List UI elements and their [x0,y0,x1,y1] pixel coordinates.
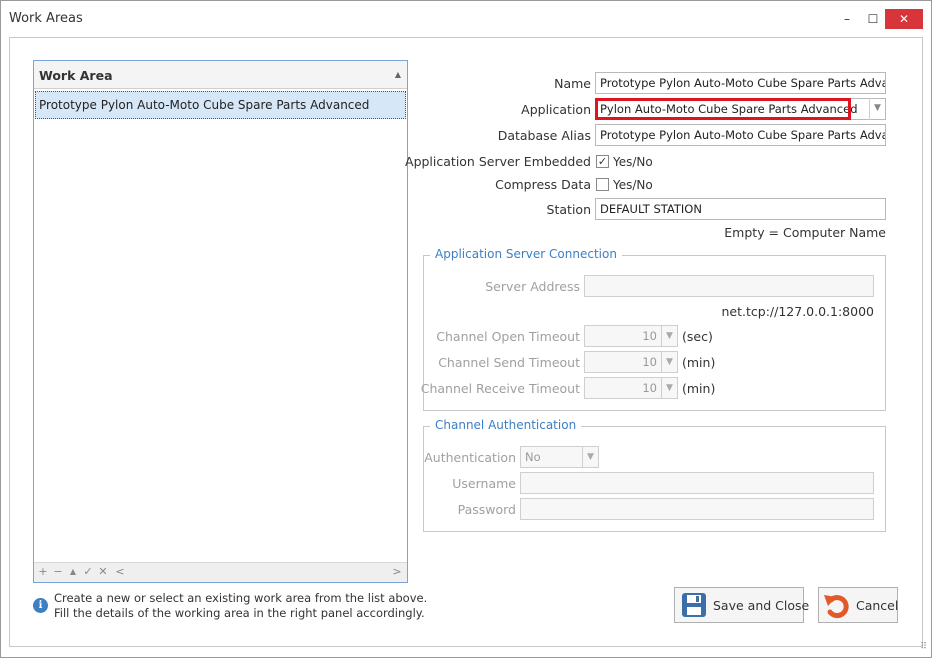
send-timeout-unit: (min) [682,355,716,370]
save-and-close-label: Save and Close [713,598,810,613]
receive-timeout-value: 10 [642,381,657,395]
close-button[interactable]: ✕ [885,9,923,29]
open-timeout-label: Channel Open Timeout [436,329,580,344]
add-icon[interactable]: + [36,565,50,578]
open-timeout-value: 10 [642,329,657,343]
app-server-embedded-label: Application Server Embedded [405,154,591,169]
authentication-value: No [525,450,541,464]
station-field[interactable]: DEFAULT STATION [595,198,886,220]
cancel-edit-icon[interactable]: ✕ [96,565,110,578]
station-hint: Empty = Computer Name [724,225,886,240]
sort-ascending-icon[interactable]: ▲ [395,70,401,79]
open-timeout-unit: (sec) [682,329,713,344]
list-item[interactable]: Prototype Pylon Auto-Moto Cube Spare Par… [35,91,406,119]
authentication-dropdown-icon[interactable]: ▼ [582,447,598,467]
password-field[interactable] [520,498,874,520]
cancel-label: Cancel [856,598,899,613]
receive-timeout-spinner[interactable]: 10 ▼ [584,377,678,399]
open-timeout-spinner[interactable]: 10 ▼ [584,325,678,347]
station-label: Station [546,202,591,217]
title-bar[interactable]: Work Areas – ☐ ✕ [1,1,931,35]
server-connection-title: Application Server Connection [430,247,622,261]
name-field[interactable]: Prototype Pylon Auto-Moto Cube Spare Par… [595,72,886,94]
work-area-list[interactable]: Work Area ▲ Prototype Pylon Auto-Moto Cu… [33,60,408,583]
receive-timeout-label: Channel Receive Timeout [420,381,580,396]
username-field[interactable] [520,472,874,494]
resize-grip-icon[interactable]: ⠿ [920,642,927,652]
scroll-right-icon[interactable]: > [390,565,404,578]
minimize-button[interactable]: – [833,9,861,29]
app-server-embedded-checkbox[interactable]: ✓ [596,155,609,168]
app-server-embedded-option: Yes/No [613,155,653,169]
move-up-icon[interactable]: ▲ [66,567,80,576]
server-address-hint: net.tcp://127.0.0.1:8000 [721,304,875,319]
info-line-2: Fill the details of the working area in … [54,606,425,620]
open-timeout-dropdown-icon[interactable]: ▼ [661,326,677,346]
undo-icon [824,595,849,618]
list-navigator: + − ▲ ✓ ✕ < > [34,562,407,582]
channel-authentication-title: Channel Authentication [430,418,582,432]
password-label: Password [457,502,516,517]
application-dropdown-icon[interactable]: ▼ [869,98,885,120]
receive-timeout-dropdown-icon[interactable]: ▼ [661,378,677,398]
server-address-label: Server Address [485,279,580,294]
save-icon [682,593,706,617]
scroll-left-icon[interactable]: < [113,565,127,578]
maximize-button[interactable]: ☐ [859,9,887,29]
info-icon: i [33,598,48,613]
send-timeout-spinner[interactable]: 10 ▼ [584,351,678,373]
username-label: Username [452,476,516,491]
server-address-field[interactable] [584,275,874,297]
info-line-1: Create a new or select an existing work … [54,591,428,605]
list-header[interactable]: Work Area ▲ [34,61,407,89]
application-highlight [595,98,851,120]
window-title: Work Areas [9,11,83,26]
database-alias-label: Database Alias [497,128,591,143]
list-header-label: Work Area [39,68,113,83]
remove-icon[interactable]: − [51,565,65,578]
authentication-label: Authentication [424,450,516,465]
send-timeout-value: 10 [642,355,657,369]
compress-data-label: Compress Data [495,177,591,192]
application-label: Application [521,102,591,117]
compress-data-option: Yes/No [613,178,653,192]
confirm-icon[interactable]: ✓ [81,565,95,578]
send-timeout-label: Channel Send Timeout [438,355,580,370]
authentication-select[interactable]: No ▼ [520,446,599,468]
name-label: Name [554,76,591,91]
database-alias-field[interactable]: Prototype Pylon Auto-Moto Cube Spare Par… [595,124,886,146]
list-item-label: Prototype Pylon Auto-Moto Cube Spare Par… [39,98,370,112]
compress-data-checkbox[interactable] [596,178,609,191]
cancel-button[interactable]: Cancel [818,587,898,623]
save-and-close-button[interactable]: Save and Close [674,587,809,623]
receive-timeout-unit: (min) [682,381,716,396]
send-timeout-dropdown-icon[interactable]: ▼ [661,352,677,372]
